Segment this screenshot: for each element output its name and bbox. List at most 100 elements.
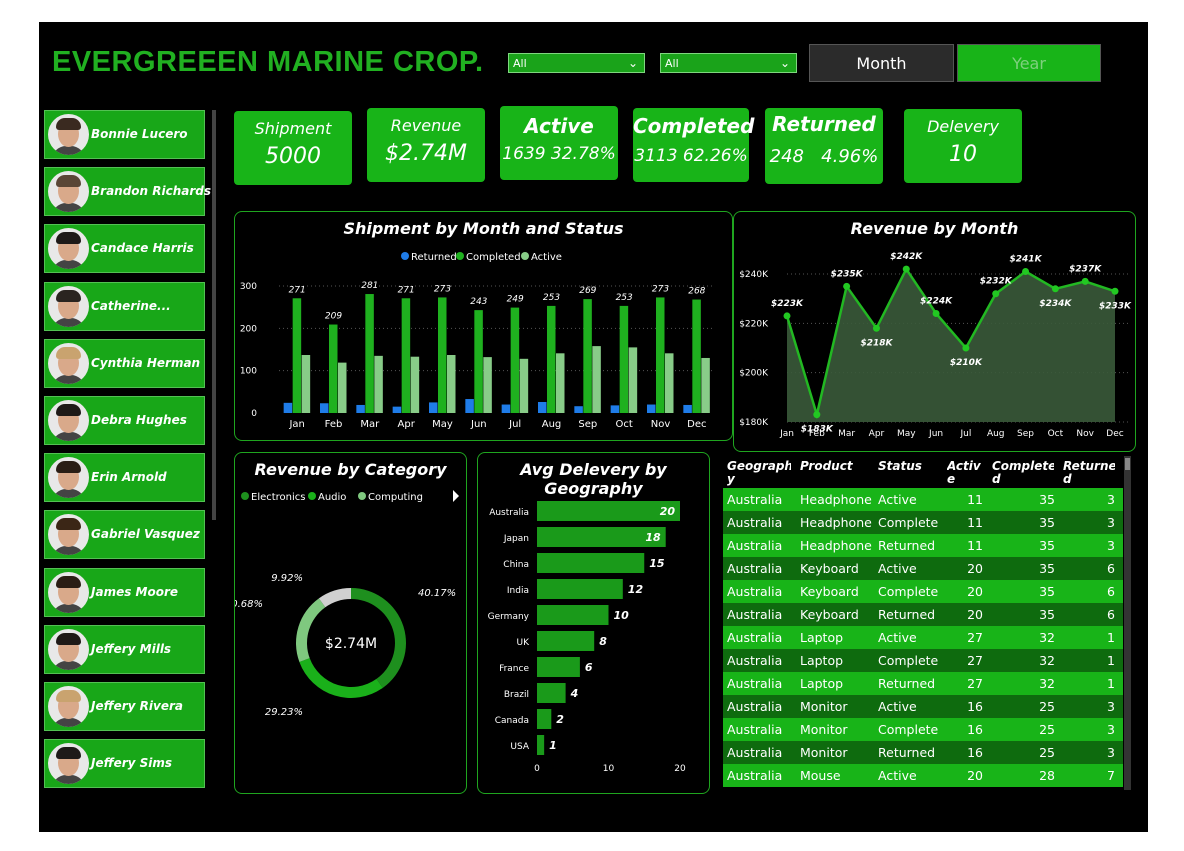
- revenue-chart: $180K$200K$220K$240K$223KJan $183KFeb$235…: [739, 252, 1132, 439]
- x-tick-label: Feb: [809, 429, 825, 439]
- column-header-status[interactable]: Status: [878, 460, 938, 486]
- data-label: 6: [585, 661, 593, 674]
- table-row[interactable]: Australia Monitor Returned 16 25 3: [723, 741, 1123, 764]
- table-row[interactable]: Australia Monitor Active 16 25 3: [723, 695, 1123, 718]
- cell-active: 20: [967, 584, 983, 599]
- table-row[interactable]: Australia Keyboard Complete 20 35 6: [723, 580, 1123, 603]
- bar-active: [410, 356, 420, 413]
- person-name: Candace Harris: [91, 241, 194, 256]
- column-header-completed[interactable]: Complete d: [992, 460, 1054, 486]
- person-card[interactable]: Erin Arnold: [44, 453, 205, 503]
- data-label: 18: [645, 531, 661, 544]
- data-point: [1081, 277, 1089, 285]
- cell-active: 16: [967, 722, 983, 737]
- person-card[interactable]: Candace Harris: [44, 224, 205, 274]
- person-card[interactable]: Cynthia Herman: [44, 338, 205, 388]
- column-header-returned[interactable]: Returne d: [1063, 460, 1115, 486]
- cell-status: Active: [878, 492, 917, 507]
- bar-completed: [510, 307, 520, 413]
- person-card[interactable]: Brandon Richards: [44, 167, 211, 217]
- toggle-year-button[interactable]: Year: [957, 44, 1101, 82]
- legend-label: Active: [531, 252, 562, 263]
- person-card[interactable]: Jeffery Sims: [44, 739, 205, 789]
- data-label: 15: [649, 557, 665, 570]
- cell-status: Active: [878, 561, 917, 576]
- table-row[interactable]: Australia Monitor Complete 16 25 3: [723, 718, 1123, 741]
- x-tick-label: Aug: [987, 429, 1005, 439]
- data-label: $218K: [860, 338, 893, 348]
- person-card[interactable]: Jeffery Mills: [44, 624, 205, 674]
- legend-label: Computing: [368, 492, 423, 503]
- table-row[interactable]: Australia Laptop Active 27 32 1: [723, 626, 1123, 649]
- cell-completed: 35: [1039, 492, 1055, 507]
- table-row[interactable]: Australia Keyboard Returned 20 35 6: [723, 603, 1123, 626]
- data-label: $237K: [1069, 264, 1102, 274]
- legend-marker: [521, 252, 529, 260]
- cell-product: Monitor: [800, 722, 848, 737]
- data-label: $223K: [771, 299, 804, 309]
- cell-completed: 35: [1039, 561, 1055, 576]
- cell-geography: Australia: [727, 699, 783, 714]
- kpi-returned-value: 248 4.96%: [769, 146, 879, 167]
- person-card[interactable]: Bonnie Lucero: [44, 110, 205, 159]
- kpi-active-card: Active 1639 32.78%: [500, 106, 618, 180]
- cell-product: Laptop: [800, 630, 844, 645]
- bar-returned: [429, 402, 438, 413]
- table-row[interactable]: Australia Headphone Active 11 35 3: [723, 488, 1123, 511]
- data-label: $232K: [980, 277, 1013, 287]
- table-row[interactable]: Australia Laptop Complete 27 32 1: [723, 649, 1123, 672]
- table-row[interactable]: Australia Headphone Returned 11 35 3: [723, 534, 1123, 557]
- table-row[interactable]: Australia Keyboard Active 20 35 6: [723, 557, 1123, 580]
- data-point: [962, 344, 970, 352]
- geo-bar: [537, 605, 609, 625]
- cell-geography: Australia: [727, 584, 783, 599]
- filter-dropdown-1[interactable]: All ⌄: [508, 53, 645, 73]
- data-label: 269: [579, 286, 596, 296]
- kpi-delivery-card: Delevery 10: [904, 109, 1022, 183]
- column-header-geography[interactable]: Geograph y: [727, 460, 791, 486]
- x-tick-label: 20: [674, 764, 686, 774]
- kpi-shipment-label: Shipment: [254, 119, 332, 138]
- filter-dropdown-2[interactable]: All ⌄: [660, 53, 797, 73]
- cell-returned: 3: [1107, 538, 1115, 553]
- person-card[interactable]: James Moore: [44, 567, 205, 617]
- bar-completed: [292, 298, 302, 413]
- table-row[interactable]: Australia Laptop Returned 27 32 1: [723, 672, 1123, 695]
- table-row[interactable]: Australia Headphone Complete 11 35 3: [723, 511, 1123, 534]
- legend-label: Returned: [411, 252, 457, 263]
- people-scrollbar[interactable]: [212, 110, 216, 520]
- y-tick-label: 300: [240, 282, 257, 292]
- cell-active: 20: [967, 768, 983, 783]
- data-label: $210K: [950, 358, 983, 368]
- slice-label: 29.23%: [265, 707, 303, 718]
- table-scrollbar[interactable]: [1124, 456, 1131, 790]
- slice-label: 40.17%: [418, 588, 456, 599]
- table-row[interactable]: Australia Mouse Active 20 28 7: [723, 764, 1123, 787]
- data-point: [992, 290, 1000, 298]
- cell-completed: 32: [1039, 676, 1055, 691]
- cell-product: Laptop: [800, 653, 844, 668]
- column-header-product[interactable]: Product: [800, 460, 870, 486]
- column-header-active[interactable]: Activ e: [947, 460, 981, 486]
- chevron-down-icon: ⌄: [627, 56, 638, 70]
- cell-returned: 3: [1107, 492, 1115, 507]
- cell-completed: 35: [1039, 607, 1055, 622]
- x-tick-label: May: [897, 429, 916, 439]
- data-label: $241K: [1010, 255, 1043, 265]
- x-tick-label: May: [432, 419, 453, 430]
- person-card[interactable]: Jeffery Rivera: [44, 682, 205, 731]
- toggle-month-button[interactable]: Month: [809, 44, 954, 82]
- person-card[interactable]: Catherine...: [44, 281, 205, 331]
- x-tick-label: Jul: [959, 429, 971, 439]
- person-card[interactable]: Debra Hughes: [44, 396, 205, 445]
- bar-returned: [538, 401, 547, 413]
- data-point: [1111, 287, 1119, 295]
- cell-completed: 25: [1039, 745, 1055, 760]
- cell-active: 11: [967, 538, 983, 553]
- legend-label: Audio: [318, 492, 346, 503]
- data-point: [1022, 268, 1030, 276]
- data-point: [932, 309, 940, 317]
- person-card[interactable]: Gabriel Vasquez: [44, 510, 205, 560]
- table-scrollbar-thumb[interactable]: [1125, 458, 1130, 470]
- cell-active: 11: [967, 492, 983, 507]
